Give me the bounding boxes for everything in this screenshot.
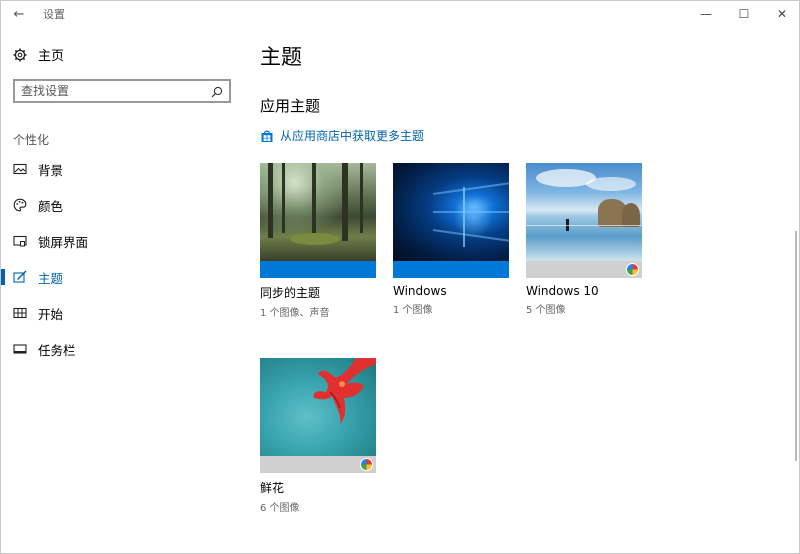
app-title: 设置 [43, 8, 65, 21]
theme-meta: 5 个图像 [526, 305, 566, 316]
back-arrow-icon: ← [13, 6, 25, 22]
home-nav-item[interactable]: 主页 [13, 45, 64, 64]
sidebar-item-label: 背景 [38, 162, 64, 178]
store-link-label: 从应用商店中获取更多主题 [280, 129, 425, 143]
theme-thumbnail [260, 358, 376, 473]
color-wheel-icon [360, 458, 373, 471]
start-grid-icon [13, 306, 27, 320]
picture-icon [13, 162, 27, 176]
theme-color-strip [393, 261, 509, 278]
search-icon[interactable] [210, 84, 224, 98]
sidebar-item-colors[interactable]: 颜色 [1, 187, 246, 223]
store-link[interactable]: 从应用商店中获取更多主题 [260, 127, 424, 144]
sidebar-item-taskbar[interactable]: 任务栏 [1, 331, 246, 367]
theme-brush-icon [13, 270, 27, 284]
theme-card-flowers[interactable]: 鲜花 6 个图像 [260, 358, 376, 514]
search-box [13, 79, 231, 103]
theme-name: 鲜花 [260, 481, 285, 495]
sidebar-item-themes[interactable]: 主题 [1, 259, 246, 295]
theme-meta: 1 个图像 [393, 305, 433, 316]
sidebar-item-label: 主题 [38, 270, 64, 286]
maximize-button[interactable]: ☐ [725, 1, 763, 27]
palette-icon [13, 198, 27, 212]
search-input[interactable] [15, 84, 205, 98]
theme-card-windows-10[interactable]: Windows 10 5 个图像 [526, 163, 642, 316]
window-controls: — ☐ ✕ [687, 1, 800, 27]
close-button[interactable]: ✕ [763, 1, 800, 27]
taskbar-icon [13, 342, 27, 356]
color-wheel-icon [626, 263, 639, 276]
home-label: 主页 [38, 49, 65, 64]
store-bag-icon [260, 129, 274, 143]
nav-list: 背景 颜色 锁屏界面 主题 开始 任务栏 [1, 151, 246, 367]
section-label-personalization: 个性化 [13, 133, 50, 147]
theme-thumbnail [526, 163, 642, 278]
theme-name: 同步的主题 [260, 286, 321, 300]
minimize-button[interactable]: — [687, 1, 725, 27]
theme-color-strip [260, 261, 376, 278]
minimize-icon: — [700, 7, 712, 21]
sidebar-item-start[interactable]: 开始 [1, 295, 246, 331]
sidebar-item-background[interactable]: 背景 [1, 151, 246, 187]
gear-icon [13, 48, 27, 62]
sidebar-item-label: 任务栏 [38, 342, 76, 358]
theme-card-windows[interactable]: Windows 1 个图像 [393, 163, 509, 316]
theme-color-strip [526, 261, 642, 278]
sidebar-item-label: 颜色 [38, 198, 64, 214]
section-title: 应用主题 [260, 97, 321, 115]
title-bar: ← 设置 — ☐ ✕ [1, 1, 800, 27]
scrollbar[interactable] [795, 231, 797, 461]
close-icon: ✕ [776, 7, 788, 21]
theme-thumbnail [260, 163, 376, 278]
theme-card-synced[interactable]: 同步的主题 1 个图像、声音 [260, 163, 376, 319]
flower-image [260, 358, 376, 456]
lock-screen-icon [13, 234, 27, 248]
theme-meta: 6 个图像 [260, 503, 300, 514]
windows-logo-image [393, 163, 509, 261]
sidebar: 主页 个性化 背景 [1, 27, 246, 554]
theme-color-strip [260, 456, 376, 473]
theme-name: Windows [393, 284, 447, 298]
forest-image [260, 163, 376, 261]
sidebar-item-label: 锁屏界面 [38, 234, 89, 250]
page-title: 主题 [260, 45, 302, 69]
theme-meta: 1 个图像、声音 [260, 308, 330, 319]
theme-thumbnail [393, 163, 509, 278]
sidebar-item-label: 开始 [38, 306, 64, 322]
beach-image [526, 163, 642, 261]
theme-name: Windows 10 [526, 284, 599, 298]
back-button[interactable]: ← [1, 1, 37, 27]
sidebar-item-lock-screen[interactable]: 锁屏界面 [1, 223, 246, 259]
maximize-icon: ☐ [738, 7, 750, 21]
